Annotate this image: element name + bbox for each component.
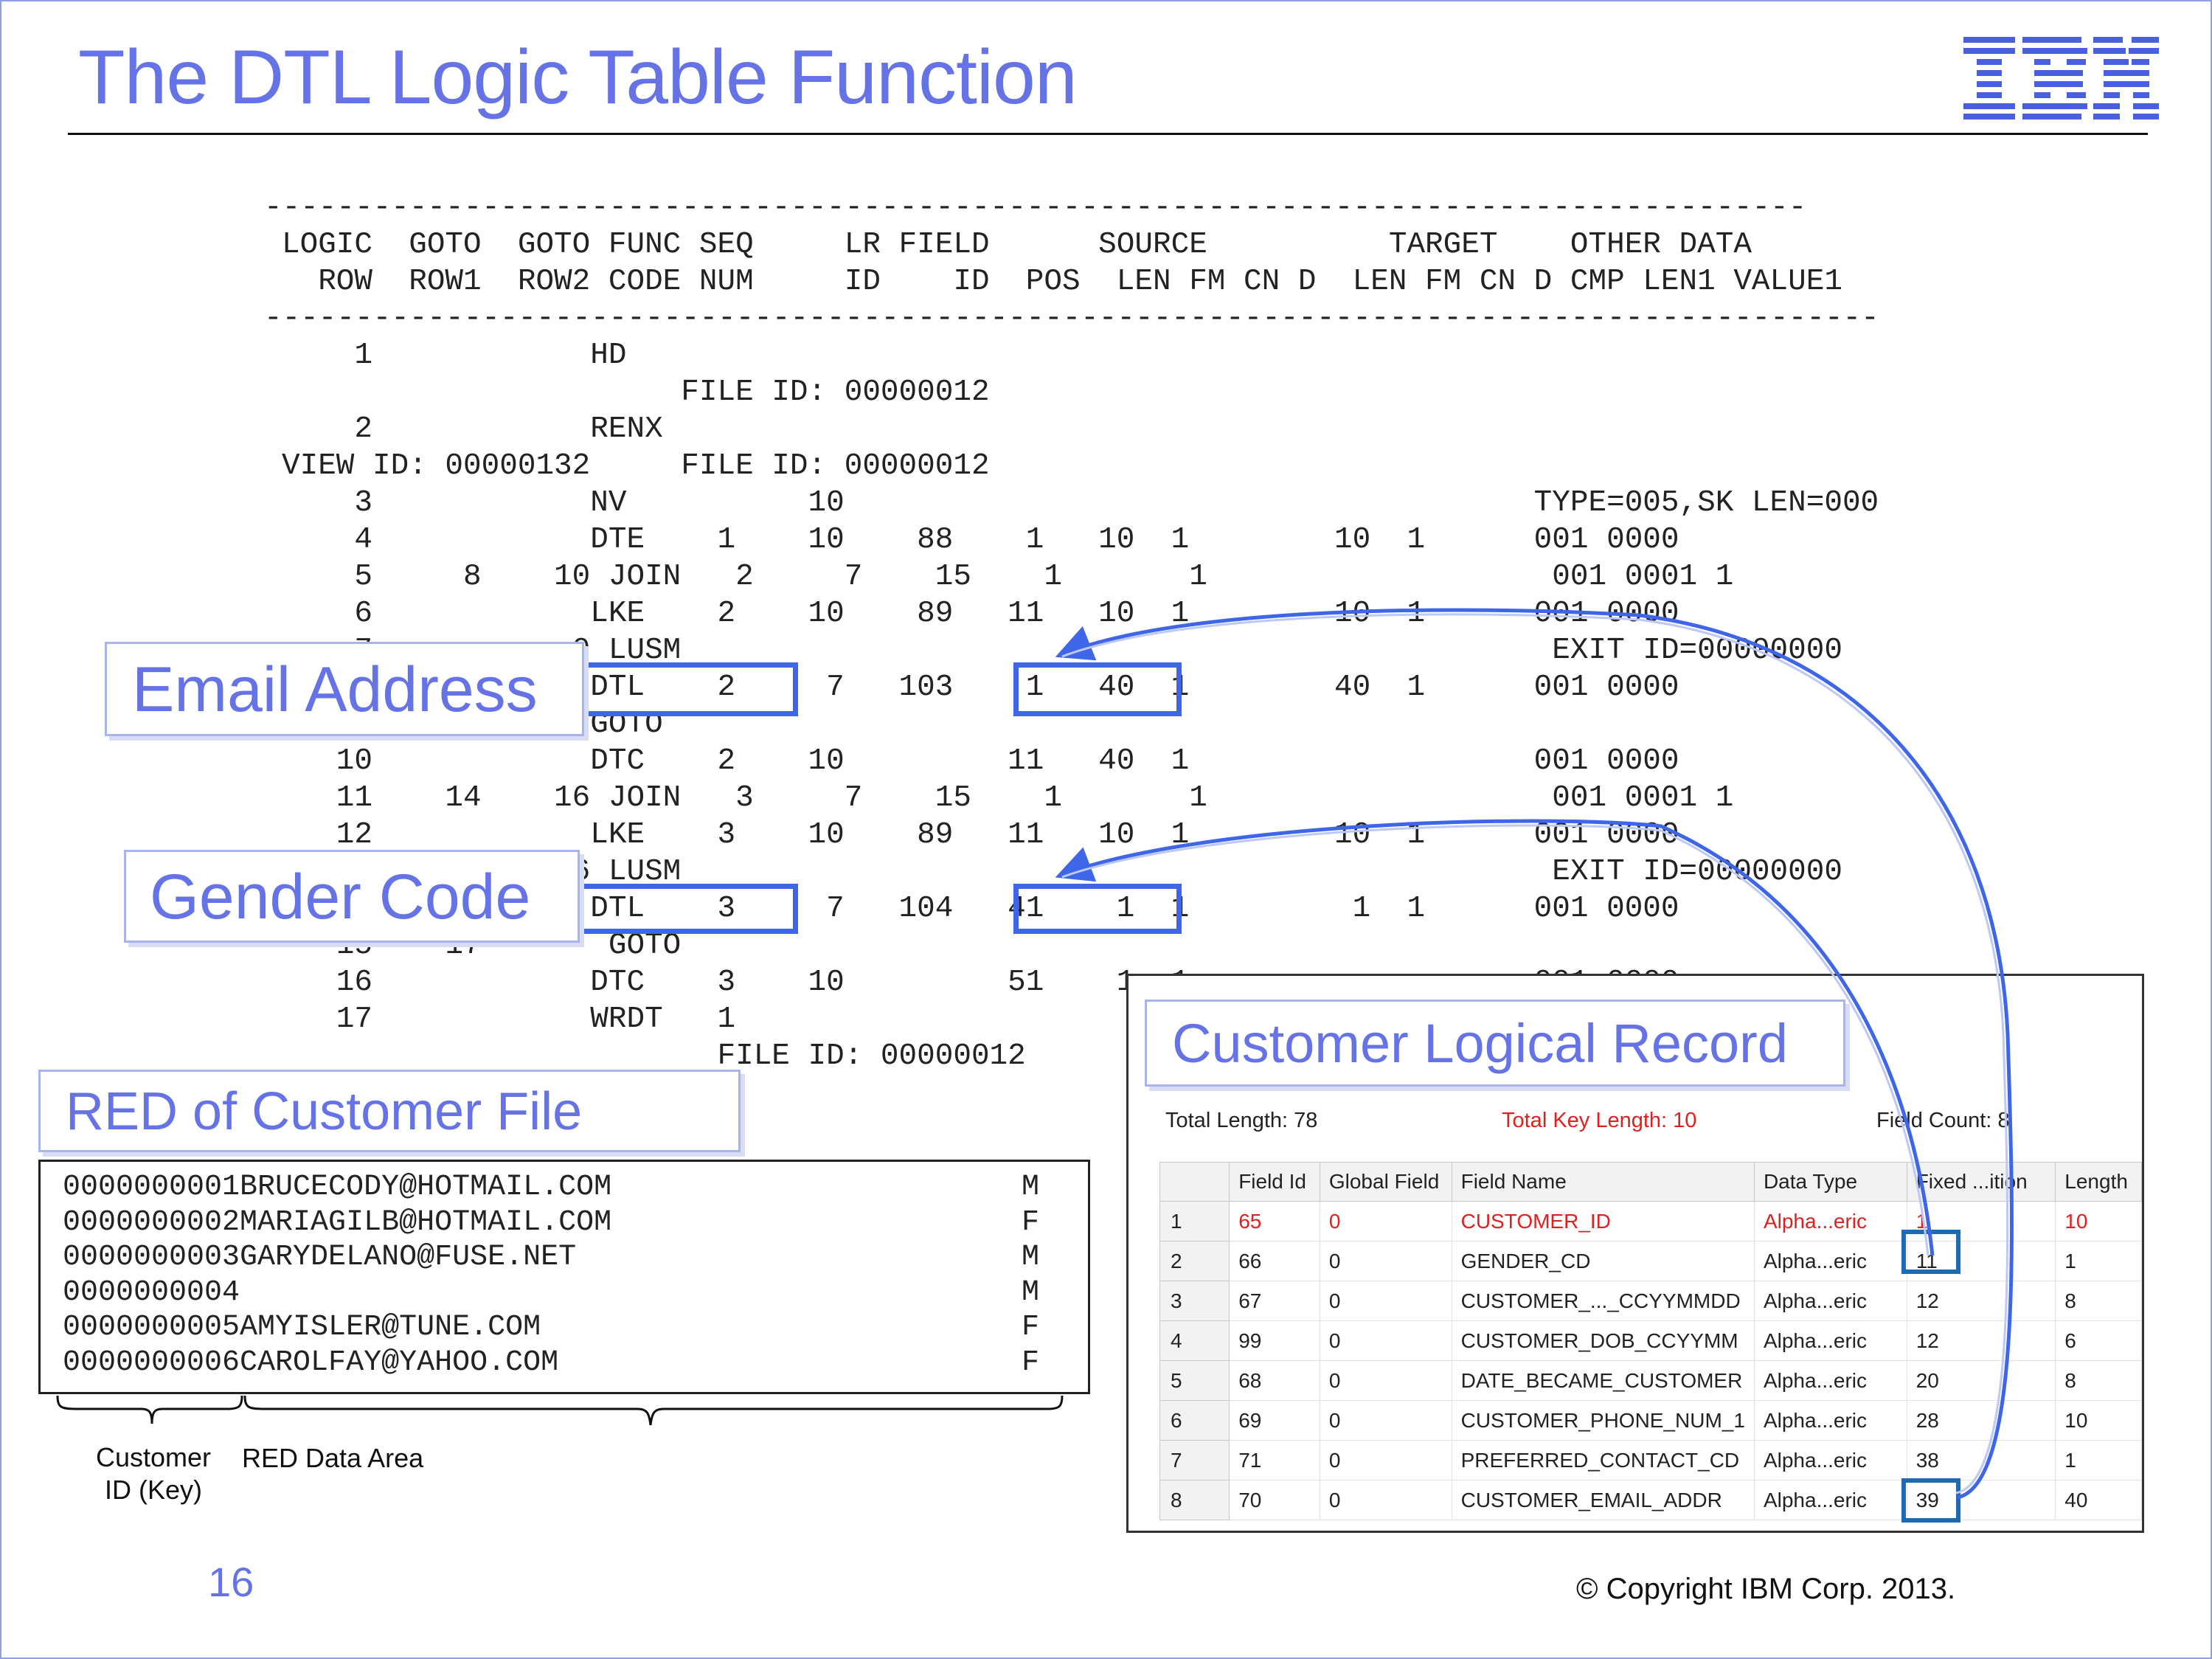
page-number: 16 [208,1559,254,1605]
email-mapping-arrow-shadow [1061,613,2009,1495]
copyright: © Copyright IBM Corp. 2013. [1576,1573,1956,1605]
slide: The DTL Logic Table Function -----------… [0,0,2212,1659]
mapping-arrows [1055,608,2014,1500]
gender-mapping-arrow-shadow [1061,824,1930,1256]
email-mapping-arrow [1055,608,2014,1500]
gender-mapping-arrow [1055,819,1935,1256]
